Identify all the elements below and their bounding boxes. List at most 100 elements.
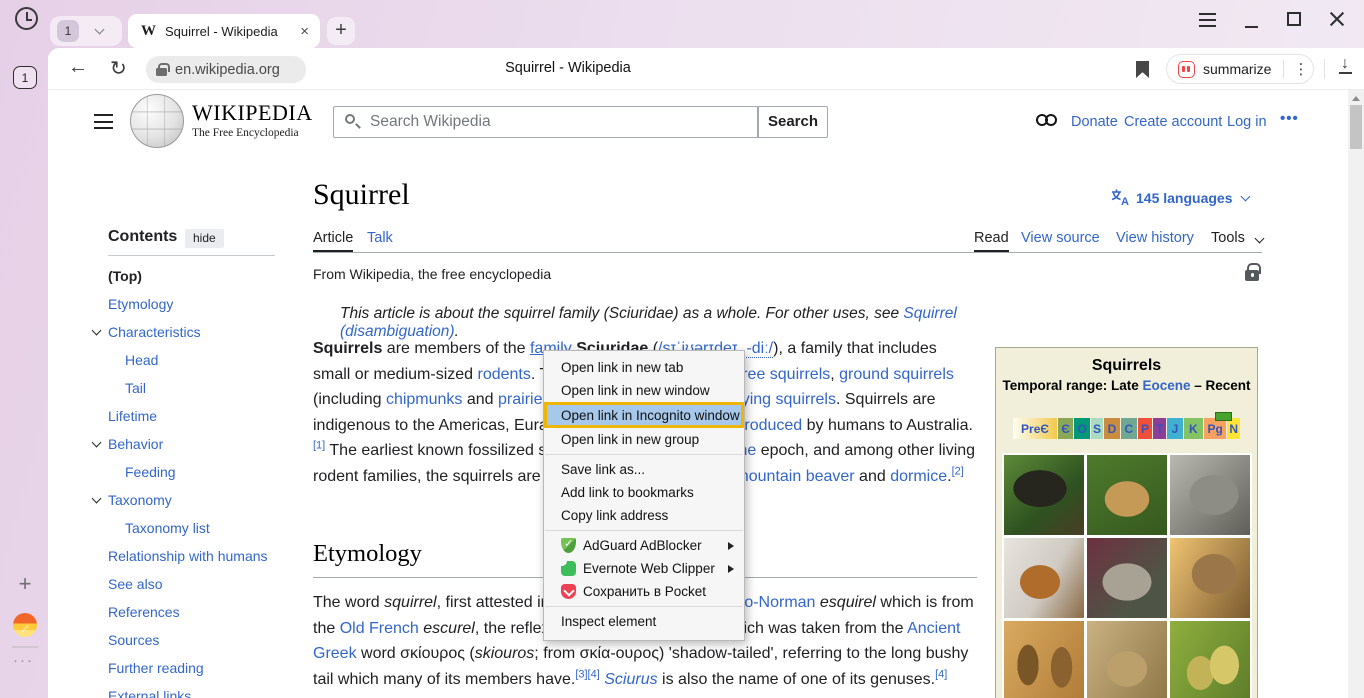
geo-period-permian[interactable]: P bbox=[1138, 418, 1152, 439]
toc-hide-button[interactable]: hide bbox=[185, 229, 224, 248]
maximize-button[interactable] bbox=[1287, 12, 1301, 26]
scroll-up-arrow[interactable] bbox=[1352, 96, 1360, 101]
summarize-button[interactable]: summarize ⋮ bbox=[1166, 54, 1314, 84]
search-button[interactable]: Search bbox=[758, 106, 828, 138]
geo-period-neogene[interactable]: N bbox=[1227, 418, 1240, 439]
chevron-down-icon[interactable] bbox=[92, 494, 102, 504]
menu-item-adguard[interactable]: AdGuard AdBlocker bbox=[544, 534, 744, 557]
chevron-down-icon[interactable] bbox=[92, 326, 102, 336]
wiki-hamburger-icon[interactable] bbox=[94, 114, 113, 134]
browser-tab[interactable]: W Squirrel - Wikipedia × bbox=[128, 14, 320, 48]
squirrel-photo-tree-squirrel[interactable] bbox=[1004, 455, 1084, 535]
wikipedia-wordmark[interactable]: Wikipedia The Free Encyclopedia bbox=[192, 100, 313, 139]
geo-period-carboniferous[interactable]: C bbox=[1121, 418, 1137, 439]
squirrel-photo-prairie-dogs[interactable] bbox=[1170, 621, 1250, 698]
squirrel-photo-ground-squirrel[interactable] bbox=[1087, 538, 1167, 618]
ref-4[interactable]: [4] bbox=[935, 668, 947, 680]
wikipedia-globe-logo[interactable] bbox=[130, 94, 184, 148]
geo-period-ordovician[interactable]: O bbox=[1074, 418, 1089, 439]
tab-group-pill[interactable]: 1 bbox=[50, 16, 122, 46]
ref-3-4[interactable]: [3][4] bbox=[575, 668, 599, 680]
toc-item-top[interactable]: (Top) bbox=[92, 262, 307, 290]
toc-item-behavior[interactable]: Behavior bbox=[92, 430, 307, 458]
squirrel-photo-standing-ground-squirrels[interactable] bbox=[1004, 621, 1084, 698]
link-rodents[interactable]: rodents bbox=[477, 366, 530, 383]
back-icon[interactable]: ← bbox=[68, 56, 88, 79]
link-chipmunks[interactable]: chipmunks bbox=[386, 391, 462, 408]
bookmark-flag-icon[interactable] bbox=[1136, 61, 1149, 78]
toc-item-see-also[interactable]: See also bbox=[92, 570, 307, 598]
toc-item-characteristics[interactable]: Characteristics bbox=[92, 318, 307, 346]
link-tree-squirrels[interactable]: tree squirrels bbox=[738, 366, 830, 383]
toc-item-head[interactable]: Head bbox=[92, 346, 307, 374]
menu-item-open-incognito-window[interactable]: Open link in Incognito window bbox=[544, 402, 744, 428]
log-in-link[interactable]: Log in bbox=[1227, 114, 1267, 130]
yandex-mail-icon[interactable] bbox=[13, 613, 37, 637]
history-clock-icon[interactable] bbox=[15, 7, 38, 30]
tab-tools[interactable]: Tools bbox=[1211, 230, 1245, 246]
close-window-button[interactable] bbox=[1329, 11, 1345, 27]
toc-item-relationship-with-humans[interactable]: Relationship with humans bbox=[92, 542, 307, 570]
geo-period-cambrian[interactable]: Є bbox=[1058, 418, 1073, 439]
link-eocene[interactable]: Eocene bbox=[1142, 378, 1190, 393]
link-sciurus[interactable]: Sciurus bbox=[604, 671, 657, 688]
sidebar-tab-counter[interactable]: 1 bbox=[13, 66, 37, 89]
geo-period-precambrian[interactable]: PreЄ bbox=[1013, 418, 1057, 439]
new-tab-button[interactable]: + bbox=[327, 17, 355, 45]
link-mountain-beaver[interactable]: mountain beaver bbox=[735, 468, 854, 485]
toc-item-etymology[interactable]: Etymology bbox=[92, 290, 307, 318]
browser-menu-icon[interactable] bbox=[1199, 13, 1216, 31]
squirrel-photo-chipmunk[interactable] bbox=[1087, 455, 1167, 535]
tab-read[interactable]: Read bbox=[974, 230, 1009, 246]
geo-period-devonian[interactable]: D bbox=[1104, 418, 1120, 439]
reload-icon[interactable]: ↻ bbox=[110, 56, 127, 81]
minimize-button[interactable] bbox=[1245, 26, 1258, 28]
geo-period-triassic[interactable]: T bbox=[1153, 418, 1166, 439]
close-tab-icon[interactable]: × bbox=[300, 23, 309, 40]
create-account-link[interactable]: Create account bbox=[1124, 114, 1222, 130]
chevron-down-icon[interactable] bbox=[92, 438, 102, 448]
geo-period-jurassic[interactable]: J bbox=[1167, 418, 1182, 439]
link-dormice[interactable]: dormice bbox=[890, 468, 947, 485]
header-more-icon[interactable]: ••• bbox=[1280, 110, 1299, 127]
search-input[interactable] bbox=[333, 106, 758, 138]
link-ground-squirrels[interactable]: ground squirrels bbox=[839, 366, 954, 383]
tab-view-history[interactable]: View history bbox=[1116, 230, 1194, 246]
toc-item-sources[interactable]: Sources bbox=[92, 626, 307, 654]
toc-item-references[interactable]: References bbox=[92, 598, 307, 626]
languages-button[interactable]: A 145 languages bbox=[1110, 188, 1249, 207]
menu-item-evernote[interactable]: Evernote Web Clipper bbox=[544, 557, 744, 580]
toc-item-further-reading[interactable]: Further reading bbox=[92, 654, 307, 682]
scrollbar-thumb[interactable] bbox=[1350, 105, 1362, 149]
toc-item-feeding[interactable]: Feeding bbox=[92, 458, 307, 486]
toc-item-taxonomy-list[interactable]: Taxonomy list bbox=[92, 514, 307, 542]
wikimedia-oo-icon[interactable] bbox=[1036, 114, 1057, 126]
ref-2[interactable]: [2] bbox=[952, 465, 964, 477]
link-flying-squirrels[interactable]: flying squirrels bbox=[734, 391, 836, 408]
summarize-menu-icon[interactable]: ⋮ bbox=[1293, 60, 1308, 78]
page-protection-lock-icon[interactable] bbox=[1245, 270, 1259, 281]
downloads-icon[interactable]: ↓ bbox=[1336, 56, 1354, 74]
menu-item-copy-link-address[interactable]: Copy link address bbox=[544, 504, 744, 527]
toc-item-lifetime[interactable]: Lifetime bbox=[92, 402, 307, 430]
tab-talk[interactable]: Talk bbox=[367, 230, 393, 246]
menu-item-open-new-group[interactable]: Open link in new group bbox=[544, 428, 744, 451]
menu-item-open-new-tab[interactable]: Open link in new tab bbox=[544, 356, 744, 379]
geo-period-silurian[interactable]: S bbox=[1091, 418, 1103, 439]
tab-article[interactable]: Article bbox=[313, 230, 353, 246]
menu-item-add-link-to-bookmarks[interactable]: Add link to bookmarks bbox=[544, 481, 744, 504]
menu-item-save-to-pocket[interactable]: Сохранить в Pocket bbox=[544, 580, 744, 603]
menu-item-inspect-element[interactable]: Inspect element bbox=[544, 610, 744, 633]
sidebar-more-icon[interactable]: ··· bbox=[13, 652, 34, 669]
squirrel-photo-fox-squirrel[interactable] bbox=[1004, 538, 1084, 618]
squirrel-photo-gray-squirrel[interactable] bbox=[1170, 455, 1250, 535]
address-bar[interactable]: en.wikipedia.org bbox=[146, 56, 306, 83]
tab-view-source[interactable]: View source bbox=[1021, 230, 1100, 246]
toc-item-tail[interactable]: Tail bbox=[92, 374, 307, 402]
squirrel-photo-marmots[interactable] bbox=[1087, 621, 1167, 698]
link-old-french[interactable]: Old French bbox=[340, 620, 419, 637]
ref-1[interactable]: [1] bbox=[313, 440, 325, 452]
toc-item-external-links[interactable]: External links bbox=[92, 682, 307, 698]
toc-item-taxonomy[interactable]: Taxonomy bbox=[92, 486, 307, 514]
squirrel-photo-rock-squirrel[interactable] bbox=[1170, 538, 1250, 618]
